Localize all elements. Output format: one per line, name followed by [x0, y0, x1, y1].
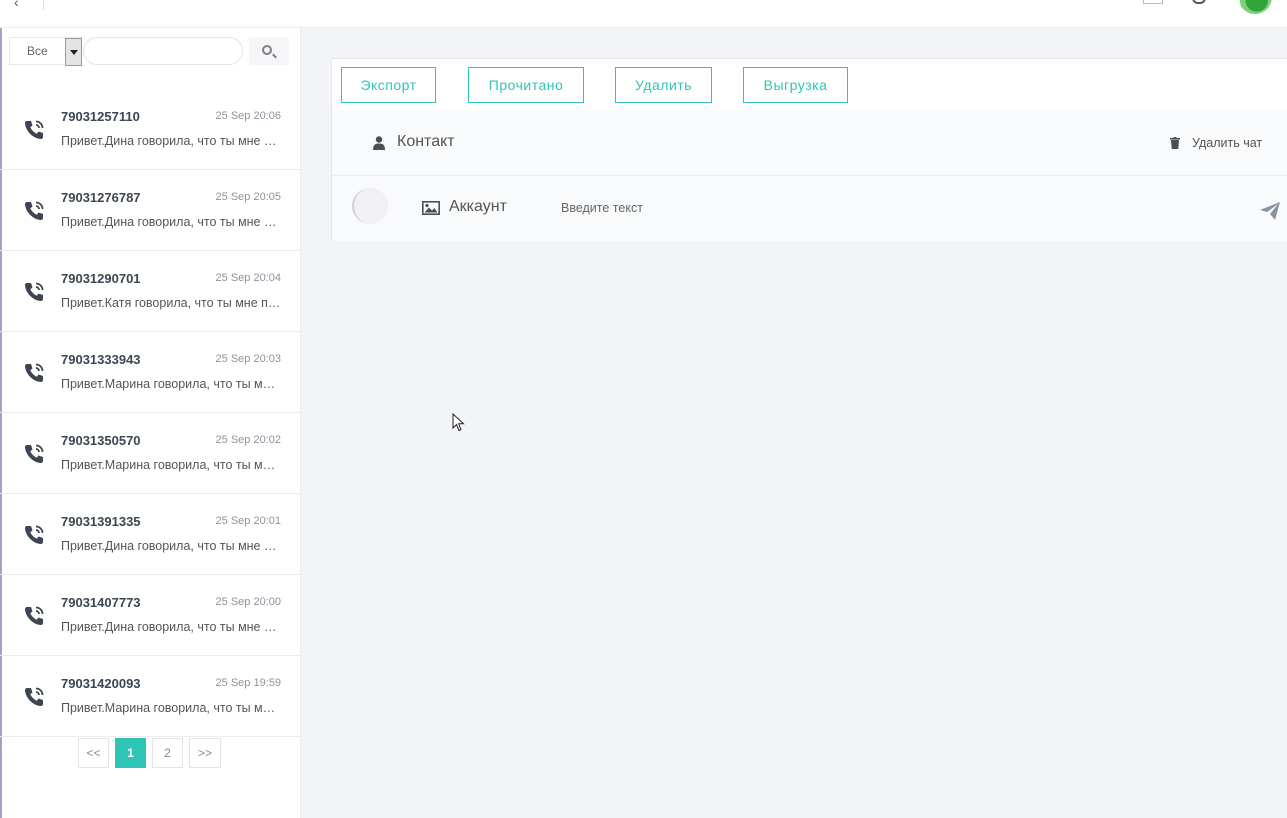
chat-number: 79031420093: [61, 676, 141, 691]
chat-preview: Привет.Дина говорила, что ты мне поможеш…: [61, 215, 282, 229]
chat-preview: Привет.Дина говорила, что ты мне поможеш…: [61, 134, 282, 148]
upload-button[interactable]: Выгрузка: [743, 67, 848, 103]
chat-preview: Привет.Дина говорила, что ты мне поможеш…: [61, 539, 282, 553]
chat-list-item[interactable]: 79031276787 25 Sep 20:05 Привет.Дина говор…: [0, 170, 300, 251]
chat-number: 79031407773: [61, 595, 141, 610]
phone-call-icon: [25, 282, 44, 301]
chat-number: 79031350570: [61, 433, 141, 448]
search-input[interactable]: [83, 37, 243, 65]
phone-call-icon: [25, 120, 44, 139]
contact-label: Контакт: [397, 133, 455, 150]
chat-time: 25 Sep 19:59: [215, 677, 281, 689]
chat-preview: Привет.Марина говорила, что ты мне помож…: [61, 701, 282, 715]
delete-button[interactable]: Удалить: [615, 67, 712, 103]
chat-list-item[interactable]: 79031333943 25 Sep 20:03 Привет.Марина гов…: [0, 332, 300, 413]
phone-call-icon: [25, 363, 44, 382]
mark-read-button[interactable]: Прочитано: [468, 67, 584, 103]
chat-number: 79031391335: [61, 514, 141, 529]
chat-number: 79031276787: [61, 190, 141, 205]
bell-icon[interactable]: [1192, 0, 1206, 4]
account-avatar: [352, 188, 388, 224]
search-icon: [262, 45, 272, 55]
chevron-down-icon[interactable]: [65, 38, 82, 66]
chat-number: 79031290701: [61, 271, 141, 286]
chat-list-item[interactable]: 79031257110 25 Sep 20:06 Привет.Дина говор…: [0, 89, 300, 170]
filter-select[interactable]: Все: [9, 37, 82, 66]
chat-list-item[interactable]: 79031407773 25 Sep 20:00 Привет.Дина говор…: [0, 575, 300, 656]
chat-sidebar: Все 79031257110 25 Sep 20:06 Привет.Дина г…: [0, 28, 301, 818]
send-icon[interactable]: [1260, 202, 1280, 220]
chat-list-item[interactable]: 79031420093 25 Sep 19:59 Привет.Марина гов…: [0, 656, 300, 737]
phone-call-icon: [25, 606, 44, 625]
chat-list-item[interactable]: 79031391335 25 Sep 20:01 Привет.Дина говор…: [0, 494, 300, 575]
chat-preview: Привет.Марина говорила, что ты мне помож…: [61, 458, 282, 472]
chat-time: 25 Sep 20:05: [215, 191, 281, 203]
chat-panel: Экспорт Прочитано Удалить Выгрузка Конта…: [331, 58, 1287, 241]
top-bar: ‹: [0, 0, 1287, 28]
pagination-prev[interactable]: <<: [78, 738, 109, 768]
mail-icon[interactable]: [1143, 0, 1163, 4]
chat-time: 25 Sep 20:01: [215, 515, 281, 527]
chat-preview: Привет.Дина говорила, что ты мне поможеш…: [61, 620, 282, 634]
phone-call-icon: [25, 687, 44, 706]
chat-number: 79031333943: [61, 352, 141, 367]
filter-row: Все: [9, 37, 291, 66]
chat-time: 25 Sep 20:02: [215, 434, 281, 446]
delete-chat-label: Удалить чат: [1192, 136, 1263, 150]
chat-time: 25 Sep 20:04: [215, 272, 281, 284]
chat-list-item[interactable]: 79031350570 25 Sep 20:02 Привет.Марина гов…: [0, 413, 300, 494]
account-label: Аккаунт: [449, 198, 507, 215]
filter-selected-value: Все: [27, 44, 48, 58]
chat-preview: Привет.Катя говорила, что ты мне поможеш…: [61, 296, 282, 310]
chat-time: 25 Sep 20:03: [215, 353, 281, 365]
chat-preview: Привет.Марина говорила, что ты мне помож…: [61, 377, 282, 391]
user-avatar[interactable]: [1238, 0, 1272, 14]
phone-call-icon: [25, 444, 44, 463]
user-icon: [373, 136, 385, 150]
trash-icon: [1170, 137, 1180, 149]
compose-bar: Аккаунт: [332, 176, 1287, 241]
image-icon[interactable]: [422, 201, 440, 215]
phone-call-icon: [25, 201, 44, 220]
pagination-page[interactable]: 2: [152, 738, 183, 768]
chat-time: 25 Sep 20:06: [215, 110, 281, 122]
message-input[interactable]: [554, 193, 1194, 223]
pagination-next[interactable]: >>: [189, 738, 221, 768]
chat-list: 79031257110 25 Sep 20:06 Привет.Дина говор…: [0, 89, 300, 737]
pagination-page[interactable]: 1: [115, 738, 146, 768]
phone-call-icon: [25, 525, 44, 544]
chat-time: 25 Sep 20:00: [215, 596, 281, 608]
export-button[interactable]: Экспорт: [341, 67, 436, 103]
chat-number: 79031257110: [61, 109, 140, 124]
contact-header: Контакт Удалить чат: [332, 111, 1287, 176]
chat-list-item[interactable]: 79031290701 25 Sep 20:04 Привет.Катя говор…: [0, 251, 300, 332]
delete-chat-button[interactable]: Удалить чат: [1170, 133, 1266, 153]
search-button[interactable]: [249, 37, 289, 65]
mouse-cursor-icon: [452, 413, 465, 432]
top-bar-divider: [43, 0, 44, 10]
back-arrow-icon[interactable]: ‹: [14, 0, 19, 10]
